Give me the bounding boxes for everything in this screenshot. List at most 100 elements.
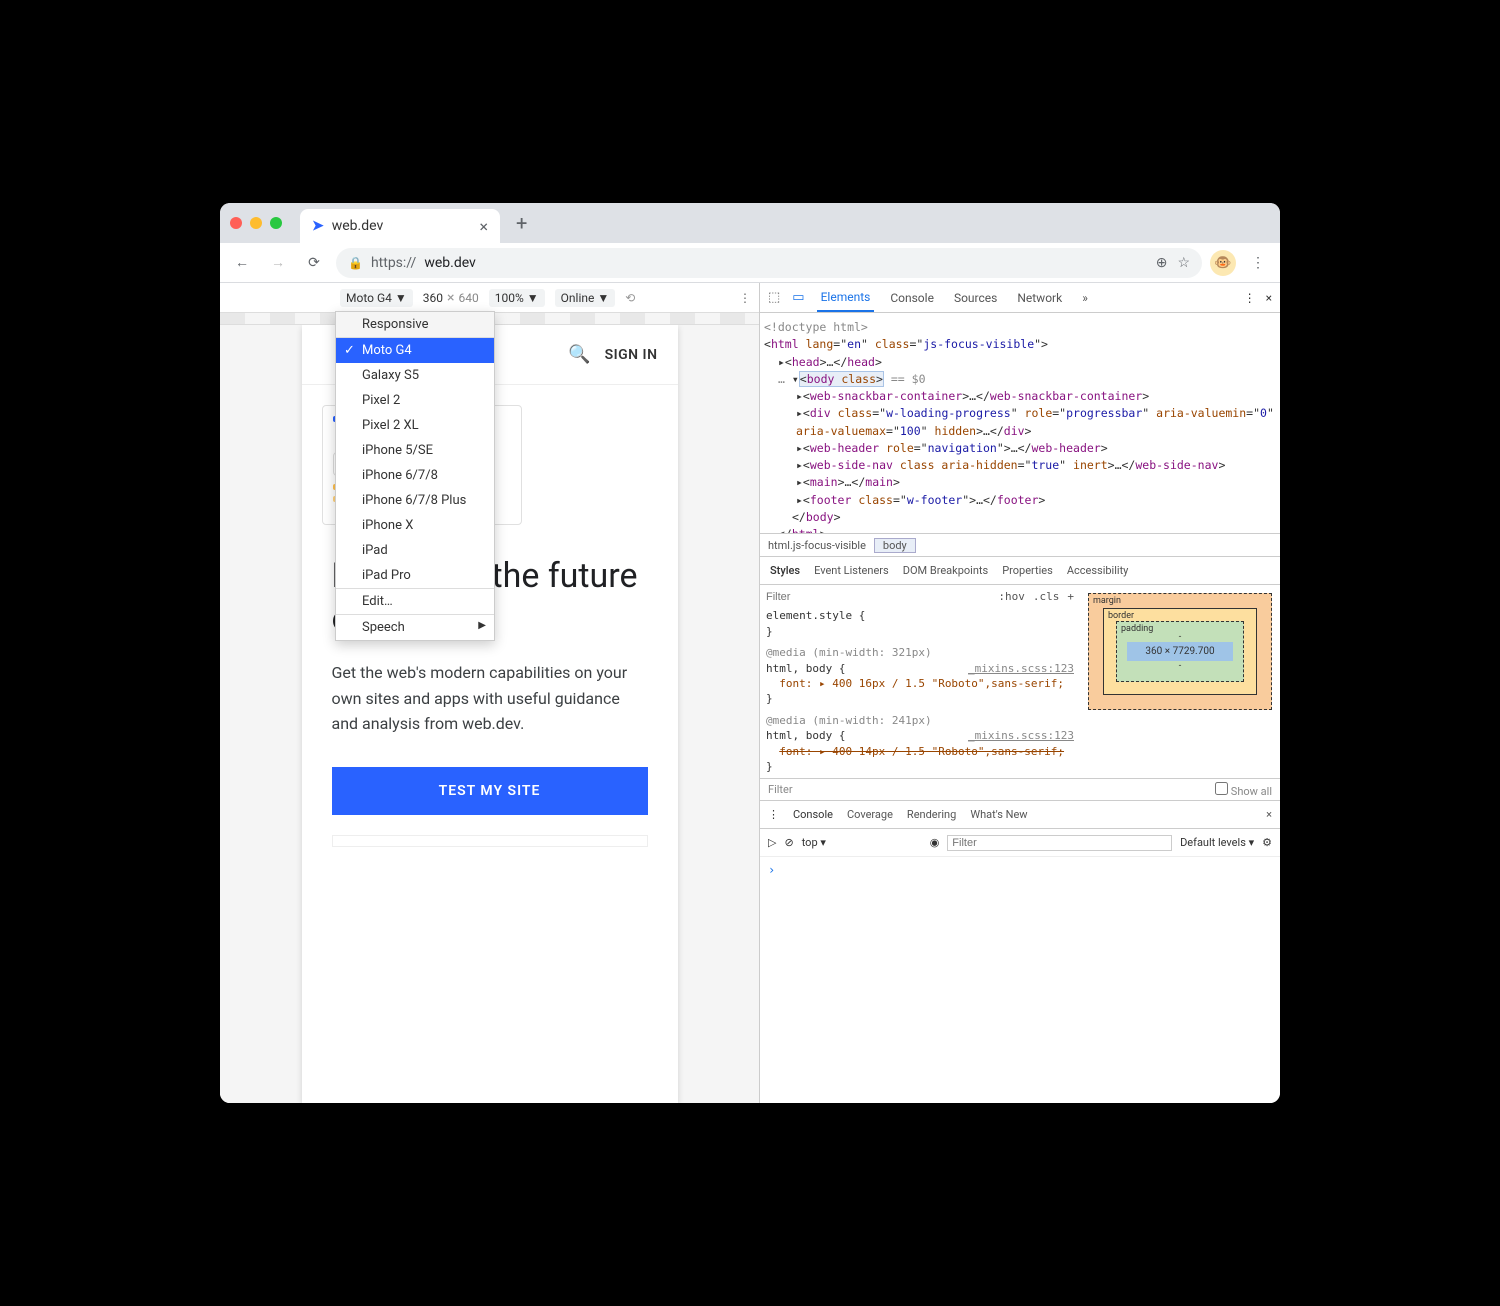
dropdown-item-device[interactable]: Pixel 2 <box>336 388 494 413</box>
tab-strip: ➤ web.dev × + <box>220 203 1280 243</box>
style-rule[interactable]: @media (min-width: 321px) html, body {_m… <box>766 645 1074 707</box>
throttle-selector[interactable]: Online ▼ <box>555 289 616 307</box>
dropdown-item-responsive[interactable]: Responsive <box>336 312 494 337</box>
breadcrumb-item[interactable]: body <box>874 538 916 553</box>
style-rule[interactable]: @media (min-width: 241px) html, body {_m… <box>766 713 1074 775</box>
styles-tab[interactable]: Event Listeners <box>814 564 889 577</box>
cls-toggle[interactable]: .cls <box>1033 589 1060 604</box>
computed-filter[interactable]: Filter <box>768 783 793 796</box>
tab-elements[interactable]: Elements <box>817 284 875 312</box>
device-selector[interactable]: Moto G4 ▼ <box>340 289 413 307</box>
drawer-tab[interactable]: What's New <box>970 808 1027 821</box>
inspect-icon[interactable]: ⬚ <box>768 290 780 305</box>
tab-console[interactable]: Console <box>886 285 938 311</box>
styles-tab[interactable]: Accessibility <box>1067 564 1129 577</box>
fullscreen-window-button[interactable] <box>270 217 282 229</box>
drawer-tab[interactable]: Console <box>793 808 833 821</box>
tree-node: </html> <box>764 526 1276 533</box>
tree-node[interactable]: ▸<web-side-nav class aria-hidden="true" … <box>764 457 1276 474</box>
body-node[interactable]: … ▾<body class> == $0 <box>764 371 1276 388</box>
devtools-menu-button[interactable]: ⋮ <box>1244 291 1256 305</box>
dropdown-item-device[interactable]: iPhone 6/7/8 <box>336 463 494 488</box>
device-mode-toggle-icon[interactable]: ▭ <box>792 290 804 305</box>
computed-filter-bar: Filter Show all <box>760 778 1280 800</box>
head-node[interactable]: ▸<head>…</head> <box>764 354 1276 371</box>
dropdown-item-device[interactable]: Galaxy S5 <box>336 363 494 388</box>
dropdown-item-device[interactable]: Moto G4 <box>336 338 494 363</box>
dropdown-item-device[interactable]: Pixel 2 XL <box>336 413 494 438</box>
dropdown-item-device[interactable]: iPhone 5/SE <box>336 438 494 463</box>
new-tab-button[interactable]: + <box>508 211 535 235</box>
tree-node[interactable]: ▸<web-header role="navigation">…</web-he… <box>764 440 1276 457</box>
tree-node[interactable]: ▸<main>…</main> <box>764 474 1276 491</box>
console-filter-input[interactable] <box>947 835 1172 851</box>
viewport-height[interactable]: 640 <box>458 291 478 305</box>
live-expression-icon[interactable]: ◉ <box>930 836 940 849</box>
viewport-width[interactable]: 360 <box>423 291 443 305</box>
elements-tree[interactable]: <!doctype html> <html lang="en" class="j… <box>760 313 1280 533</box>
tree-node[interactable]: ▸<div class="w-loading-progress" role="p… <box>764 405 1276 440</box>
tab-overflow[interactable]: » <box>1078 285 1092 311</box>
dimensions: 360 × 640 <box>423 290 479 306</box>
cta-button[interactable]: TEST MY SITE <box>332 767 648 815</box>
dropdown-item-edit[interactable]: Edit… <box>336 589 494 614</box>
hov-toggle[interactable]: :hov <box>998 589 1025 604</box>
reload-button[interactable]: ⟳ <box>300 249 328 277</box>
drawer-tab[interactable]: Coverage <box>847 808 893 821</box>
browser-menu-button[interactable]: ⋮ <box>1244 249 1272 277</box>
source-link[interactable]: _mixins.scss:123 <box>968 661 1074 676</box>
dropdown-item-device[interactable]: iPhone 6/7/8 Plus <box>336 488 494 513</box>
html-node[interactable]: <html lang="en" class="js-focus-visible"… <box>764 336 1276 353</box>
url-scheme: https:// <box>371 255 416 271</box>
close-tab-button[interactable]: × <box>479 217 488 236</box>
back-button[interactable]: ← <box>228 249 256 277</box>
dropdown-icon: ▼ <box>597 291 609 305</box>
styles-tab[interactable]: Properties <box>1002 564 1053 577</box>
source-link[interactable]: _mixins.scss:123 <box>968 728 1074 743</box>
log-level-selector[interactable]: Default levels ▾ <box>1180 836 1254 849</box>
dropdown-icon: ▼ <box>527 291 539 305</box>
forward-button[interactable]: → <box>264 249 292 277</box>
search-icon[interactable]: 🔍 <box>568 344 590 365</box>
dropdown-item-device[interactable]: iPhone X <box>336 513 494 538</box>
new-style-button[interactable]: + <box>1067 589 1074 604</box>
dropdown-item-speech[interactable]: Speech <box>336 615 494 640</box>
dropdown-icon: ▼ <box>395 291 407 305</box>
devtools-close-button[interactable]: × <box>1266 291 1272 305</box>
tab-sources[interactable]: Sources <box>950 285 1001 311</box>
drawer-tabbar: ⋮ Console Coverage Rendering What's New … <box>760 801 1280 829</box>
tree-node[interactable]: ▸<footer class="w-footer">…</footer> <box>764 492 1276 509</box>
style-rule[interactable]: element.style {} <box>766 608 1074 639</box>
tree-node[interactable]: ▸<web-snackbar-container>…</web-snackbar… <box>764 388 1276 405</box>
bookmark-icon[interactable]: ☆ <box>1177 255 1190 271</box>
console-prompt[interactable]: › <box>760 857 1280 883</box>
drawer-tab[interactable]: Rendering <box>907 808 956 821</box>
drawer-menu-button[interactable]: ⋮ <box>768 808 779 821</box>
minimize-window-button[interactable] <box>250 217 262 229</box>
device-toolbar-menu[interactable]: ⋮ <box>739 291 751 305</box>
zoom-selector[interactable]: 100% ▼ <box>489 289 545 307</box>
browser-tab[interactable]: ➤ web.dev × <box>300 209 500 243</box>
url-host: web.dev <box>424 255 476 271</box>
devtools-drawer: ⋮ Console Coverage Rendering What's New … <box>760 800 1280 1103</box>
dropdown-item-device[interactable]: iPad <box>336 538 494 563</box>
context-selector[interactable]: top ▾ <box>802 836 922 849</box>
install-icon[interactable]: ⊕ <box>1156 255 1168 271</box>
breadcrumb-item[interactable]: html.js-focus-visible <box>760 539 874 552</box>
breadcrumb: html.js-focus-visible body <box>760 533 1280 557</box>
show-all-checkbox[interactable] <box>1215 782 1228 795</box>
close-window-button[interactable] <box>230 217 242 229</box>
profile-avatar[interactable]: 🐵 <box>1210 250 1236 276</box>
omnibox[interactable]: 🔒 https://web.dev ⊕ ☆ <box>336 248 1202 278</box>
rotate-button[interactable]: ⟲ <box>625 291 635 305</box>
styles-tab[interactable]: Styles <box>770 564 800 577</box>
drawer-close-button[interactable]: × <box>1266 808 1272 821</box>
console-clear-icon[interactable]: ⊘ <box>784 836 793 849</box>
sign-in-button[interactable]: SIGN IN <box>605 347 658 363</box>
styles-filter-input[interactable] <box>766 591 998 603</box>
console-settings-icon[interactable]: ⚙ <box>1262 836 1272 849</box>
styles-tab[interactable]: DOM Breakpoints <box>903 564 988 577</box>
dropdown-item-device[interactable]: iPad Pro <box>336 563 494 588</box>
console-play-icon[interactable]: ▷ <box>768 836 776 849</box>
tab-network[interactable]: Network <box>1013 285 1066 311</box>
